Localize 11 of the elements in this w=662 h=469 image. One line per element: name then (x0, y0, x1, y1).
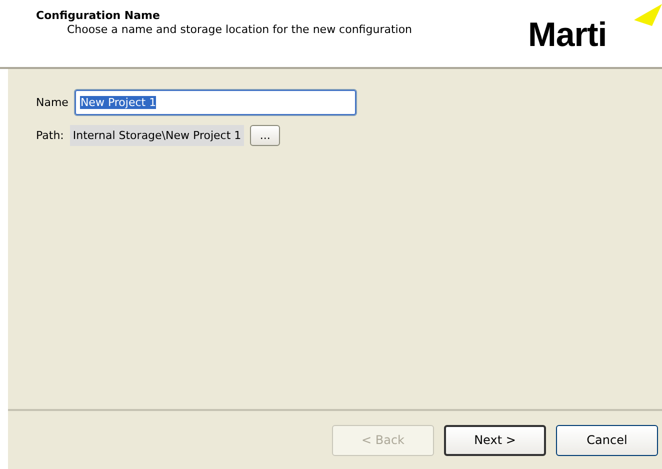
page-title: Configuration Name (36, 9, 161, 22)
page-subtitle: Choose a name and storage location for the new configuration (66, 23, 412, 36)
wizard-button[interactable]: Cancel (556, 424, 658, 456)
name-label: Name (36, 96, 68, 109)
path-value: Internal Storage\New Project 1 (70, 125, 244, 146)
logo-text: Marti (528, 16, 607, 55)
path-label: Path: (36, 129, 64, 142)
wizard-button[interactable]: Next > (444, 424, 546, 456)
triangle-icon (634, 4, 662, 26)
name-field[interactable]: New Project 1 (74, 89, 358, 116)
browse-button[interactable]: ... (250, 125, 280, 146)
